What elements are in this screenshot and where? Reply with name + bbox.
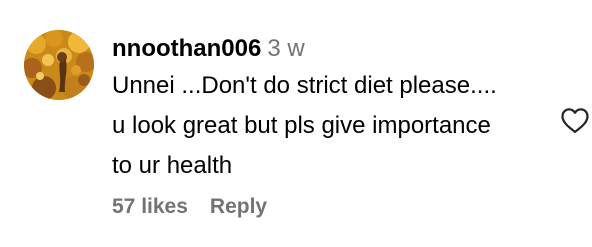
avatar-image xyxy=(24,30,94,100)
comment-body: nnoothan006 3 w Unnei ...Don't do strict … xyxy=(112,34,532,186)
heart-outline-icon xyxy=(561,108,589,133)
username-link[interactable]: nnoothan006 xyxy=(112,35,261,62)
likes-count-link[interactable]: 57 likes xyxy=(112,195,188,218)
comment-item: nnoothan006 3 w Unnei ...Don't do strict … xyxy=(0,0,592,247)
comment-text: Unnei ...Don't do strict diet please....… xyxy=(112,72,497,179)
avatar[interactable] xyxy=(24,30,94,100)
reply-button[interactable]: Reply xyxy=(210,195,267,218)
timestamp[interactable]: 3 w xyxy=(267,35,304,62)
comment-header: nnoothan006 3 w xyxy=(112,34,532,64)
like-button[interactable] xyxy=(560,106,592,136)
comment-actions: 57 likes Reply xyxy=(112,192,267,222)
